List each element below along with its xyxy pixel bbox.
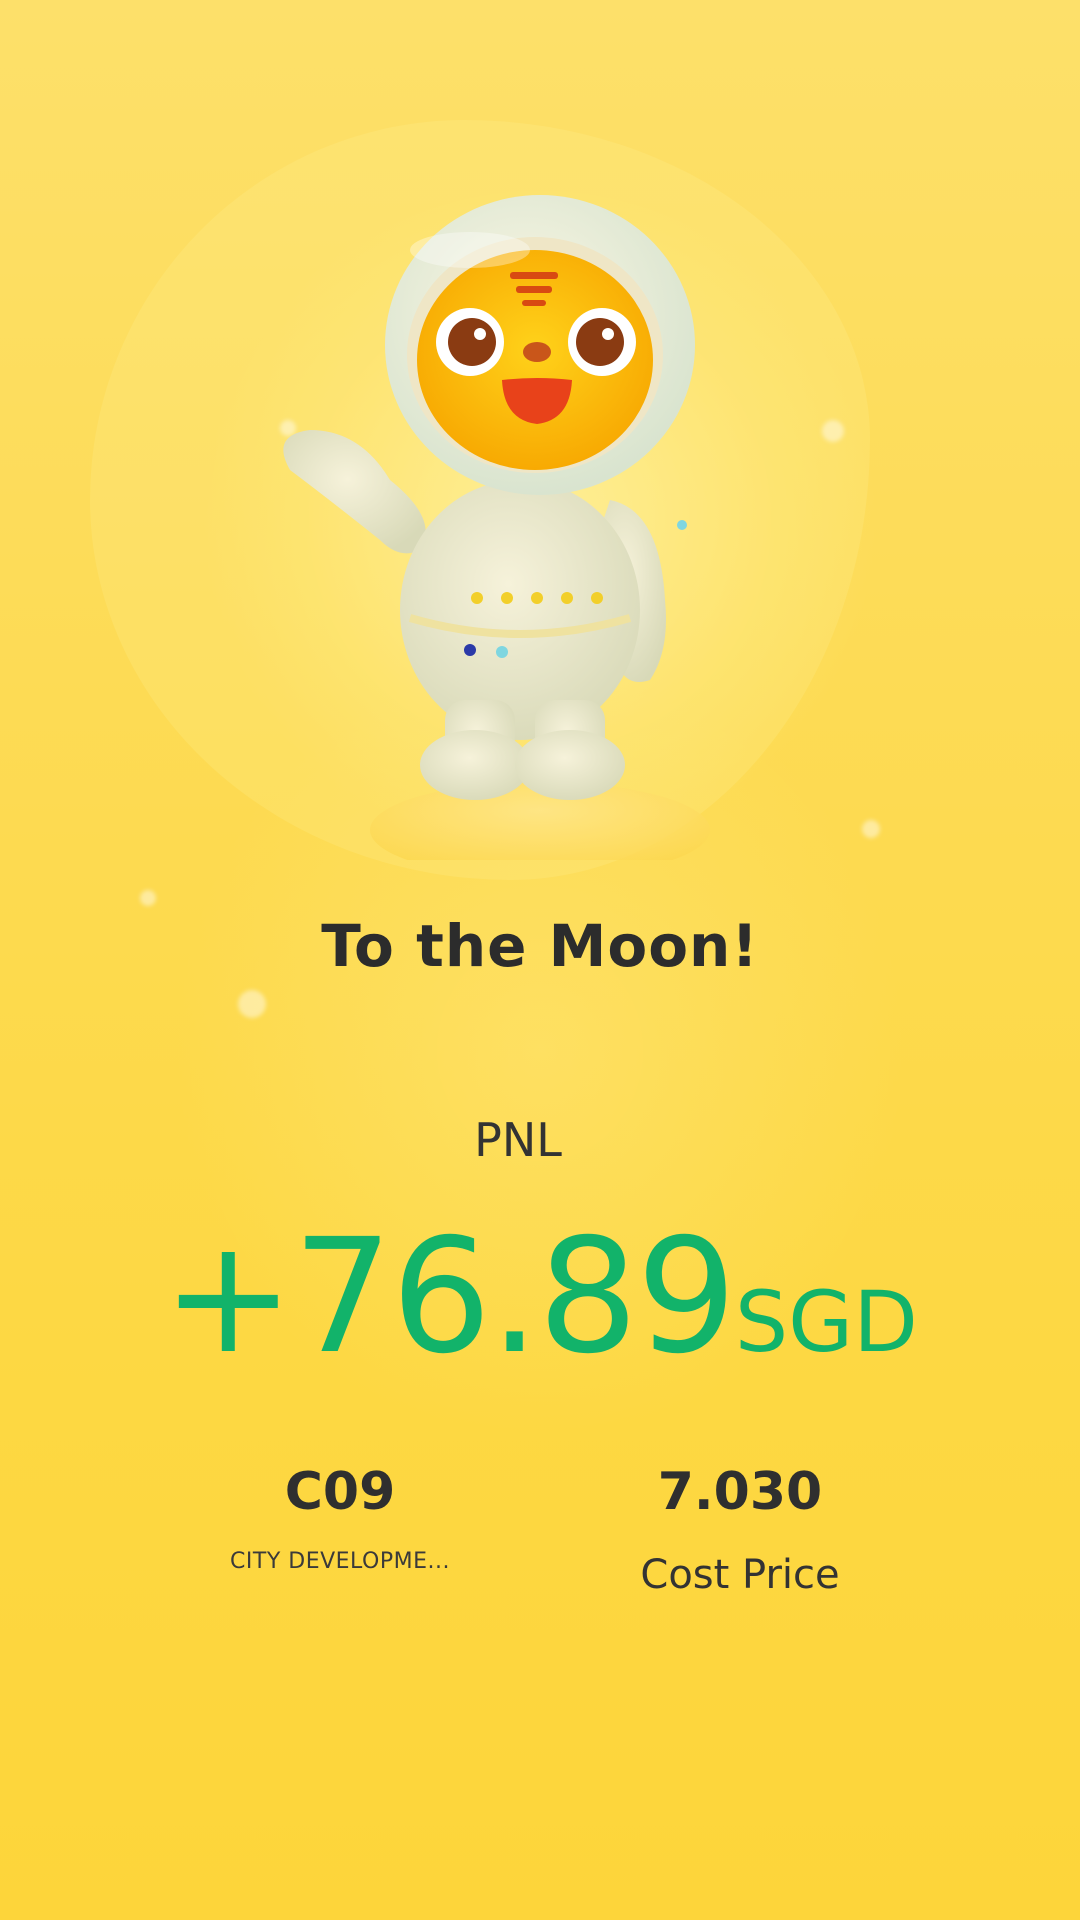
pnl-value: +76.89SGD <box>0 1205 1080 1389</box>
astronaut-tiger-mascot <box>283 195 710 860</box>
cost-price-label: Cost Price <box>640 1552 840 1598</box>
sparkle <box>822 420 844 442</box>
sparkle <box>862 820 880 838</box>
headline-title: To the Moon! <box>321 912 759 980</box>
pnl-label: PNL <box>474 1113 562 1167</box>
stock-symbol: C09 <box>284 1462 396 1522</box>
pnl-currency: SGD <box>734 1273 918 1371</box>
company-name: CITY DEVELOPME... <box>230 1549 450 1574</box>
pnl-amount: +76.89 <box>162 1205 737 1389</box>
sparkle <box>238 990 266 1018</box>
sparkle <box>140 890 156 906</box>
cost-price-value: 7.030 <box>657 1462 823 1522</box>
